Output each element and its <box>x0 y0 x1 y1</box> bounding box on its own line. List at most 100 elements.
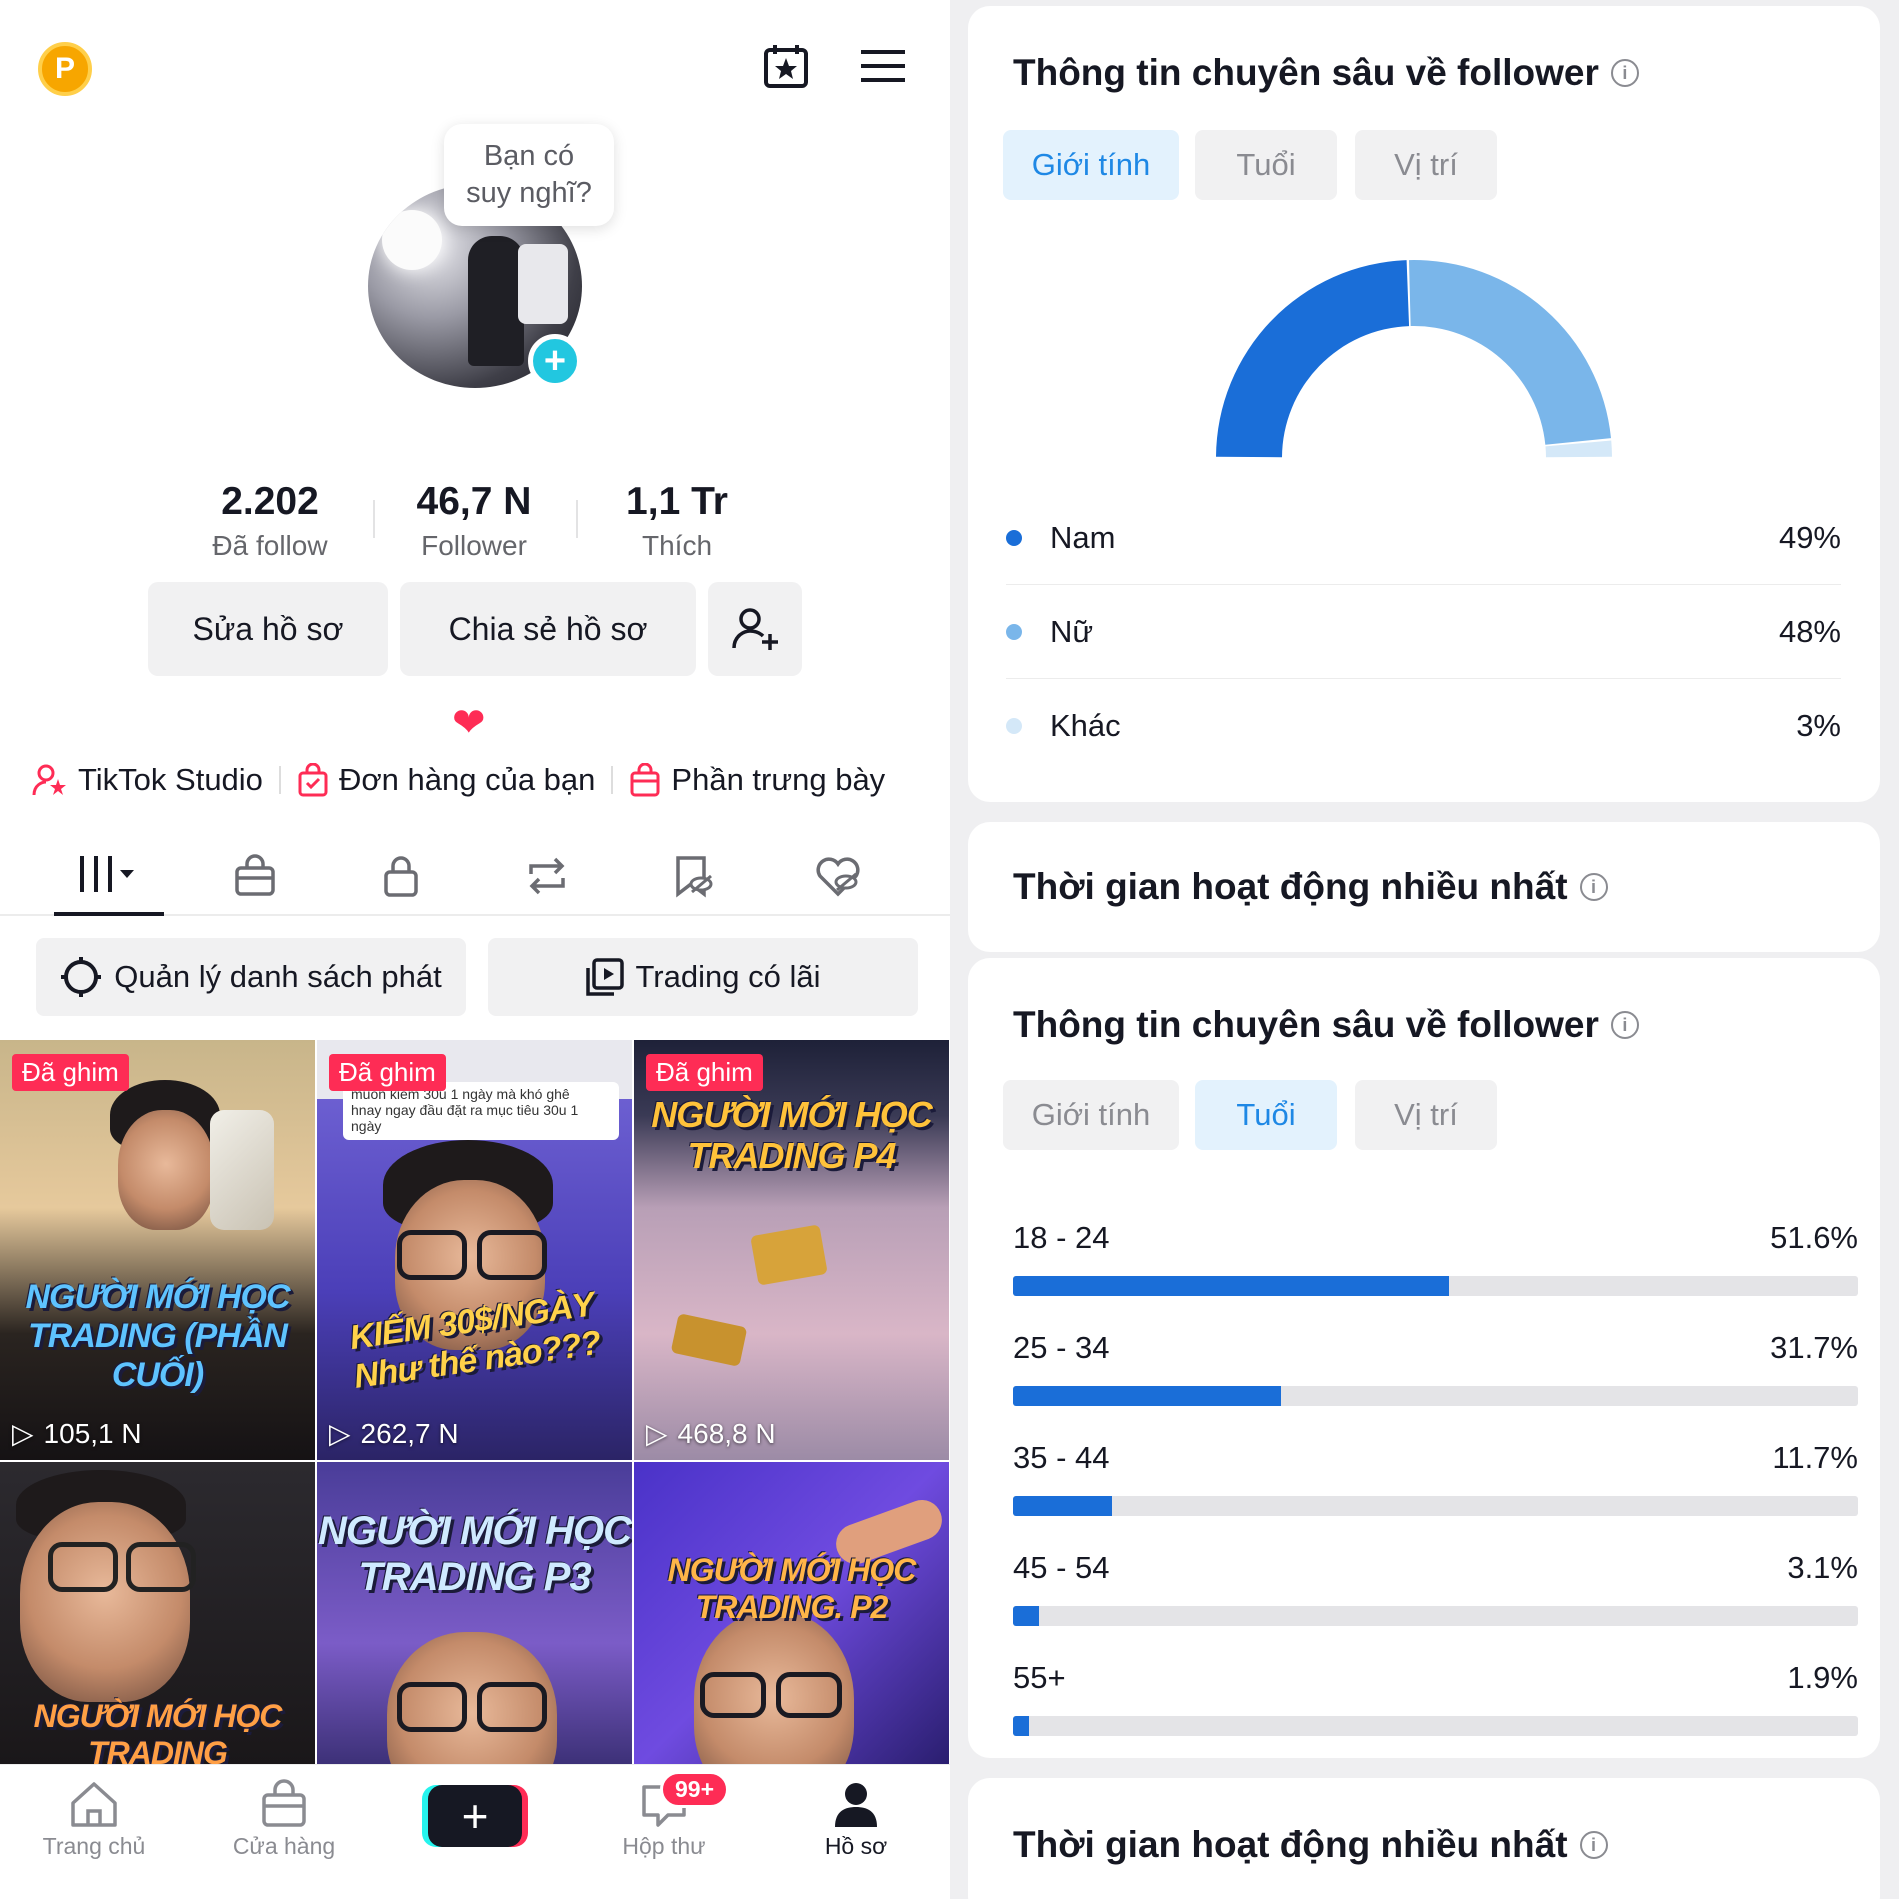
stat-label: Thích <box>641 530 713 561</box>
legend-value: 49% <box>1778 519 1841 555</box>
showcase-link[interactable]: Phần trưng bày <box>629 762 885 798</box>
edit-profile-button[interactable]: Sửa hồ sơ <box>148 582 388 676</box>
card-title: Thời gian hoạt động nhiều nhất i <box>1013 1824 1608 1866</box>
nav-shop[interactable]: Cửa hàng <box>204 1779 364 1860</box>
tab-gender[interactable]: Giới tính <box>1003 130 1179 200</box>
add-friend-button[interactable] <box>708 582 802 676</box>
video-title: NGƯỜI MỚI HỌC TRADING. P2 <box>667 1552 917 1625</box>
info-icon[interactable]: i <box>1579 873 1608 901</box>
pinned-badge: Đã ghim <box>12 1054 129 1091</box>
tab-favorites[interactable] <box>638 836 748 916</box>
stat-value: 46,7 N <box>416 480 532 523</box>
tab-shop[interactable] <box>200 836 310 916</box>
age-row: 55+ 1.9% <box>1013 1660 1858 1736</box>
video-thumbnail[interactable]: NGƯỜI MỚI HỌC TRADING. P2 <box>634 1462 949 1764</box>
view-count: ▷ 105,1 N <box>12 1417 142 1450</box>
thought-bubble[interactable]: Bạn có suy nghĩ? <box>444 124 614 226</box>
video-thumbnail[interactable]: muốn kiếm 30u 1 ngày mà khó ghê hnay ngay… <box>317 1040 632 1460</box>
tiktok-studio-link[interactable]: TikTok Studio <box>32 762 263 798</box>
legend-male: Nam 49% <box>1006 491 1841 585</box>
nav-label: Trang chủ <box>42 1833 146 1859</box>
tab-gender[interactable]: Giới tính <box>1003 1080 1179 1150</box>
add-user-icon <box>732 608 778 650</box>
age-bar-fill <box>1013 1606 1040 1626</box>
nav-profile[interactable]: Hồ sơ <box>776 1779 936 1860</box>
manage-playlist-button[interactable]: Quản lý danh sách phát <box>36 938 466 1016</box>
home-icon <box>71 1782 117 1827</box>
video-title: NGƯỜI MỚI HỌC TRADING P3 <box>318 1509 632 1599</box>
profile-screen: P Bạn có suy nghĩ? + 2.202 Đã follow 46,… <box>0 0 950 1899</box>
legend-dot <box>1006 623 1022 640</box>
profile-links: TikTok Studio Đơn hàng của bạn Phần trưn… <box>32 758 885 802</box>
video-title: NGƯỜI MỚI HỌC TRADING P4 <box>651 1094 932 1177</box>
gender-insights-card: Thông tin chuyên sâu về follower i Giới t… <box>968 6 1880 802</box>
orders-link[interactable]: Đơn hàng của bạn <box>297 762 595 798</box>
stat-following[interactable]: 2.202 Đã follow <box>170 480 370 562</box>
info-icon[interactable]: i <box>1610 59 1639 87</box>
video-thumbnail[interactable]: NGƯỜI MỚI HỌC TRADING P4 Đã ghim ▷ 468,8 … <box>634 1040 949 1460</box>
video-title: NGƯỜI MỚI HỌC TRADING <box>33 1698 283 1764</box>
tab-reposts[interactable] <box>492 836 602 916</box>
legend-label: Nam <box>1050 519 1116 555</box>
tab-private[interactable] <box>346 836 456 916</box>
card-title: Thời gian hoạt động nhiều nhất i <box>1013 866 1608 908</box>
age-row: 25 - 34 31.7% <box>1013 1330 1858 1406</box>
tab-age[interactable]: Tuổi <box>1195 1080 1337 1150</box>
shop-bag-icon <box>235 854 275 896</box>
tab-age[interactable]: Tuổi <box>1195 130 1337 200</box>
info-icon[interactable]: i <box>1610 1011 1639 1039</box>
legend-value: 48% <box>1778 613 1841 649</box>
age-bar-fill <box>1013 1386 1281 1406</box>
age-bar-fill <box>1013 1276 1450 1296</box>
share-profile-button[interactable]: Chia sẻ hồ sơ <box>400 582 696 676</box>
menu-icon[interactable] <box>858 40 910 92</box>
age-bar-track <box>1013 1276 1858 1296</box>
stat-likes[interactable]: 1,1 Tr Thích <box>577 480 777 562</box>
age-row: 18 - 24 51.6% <box>1013 1220 1858 1296</box>
shop-icon <box>262 1779 306 1827</box>
bookmark-hidden-icon <box>676 856 713 898</box>
age-bar-track <box>1013 1716 1858 1736</box>
pinned-badge: Đã ghim <box>329 1054 446 1091</box>
info-icon[interactable]: i <box>1579 1831 1608 1859</box>
legend-other: Khác 3% <box>1006 679 1841 773</box>
tab-location[interactable]: Vị trí <box>1355 130 1497 200</box>
video-title: NGƯỜI MỚI HỌC TRADING (PHẦN CUỐI) <box>25 1278 290 1395</box>
card-title: Thông tin chuyên sâu về follower i <box>1013 52 1639 94</box>
view-count: ▷ 468,8 N <box>646 1417 776 1450</box>
active-time-card: Thời gian hoạt động nhiều nhất i <box>968 1778 1880 1899</box>
stat-value: 2.202 <box>221 480 319 523</box>
playlist-trading-button[interactable]: Trading có lãi <box>488 938 918 1016</box>
nav-home[interactable]: Trang chủ <box>14 1779 174 1860</box>
age-label: 45 - 54 <box>1013 1550 1110 1585</box>
age-value: 31.7% <box>1770 1330 1858 1365</box>
tab-liked[interactable] <box>784 836 894 916</box>
age-insights-card: Thông tin chuyên sâu về follower i Giới t… <box>968 958 1880 1758</box>
profile-icon <box>835 1783 877 1827</box>
play-icon: ▷ <box>12 1418 34 1449</box>
plus-icon: + <box>461 1790 489 1842</box>
calendar-star-icon[interactable] <box>760 40 812 92</box>
stat-value: 1,1 Tr <box>626 480 728 523</box>
age-label: 35 - 44 <box>1013 1440 1110 1475</box>
video-thumbnail[interactable]: NGƯỜI MỚI HỌC TRADING <box>0 1462 315 1764</box>
video-thumbnail[interactable]: NGƯỜI MỚI HỌC TRADING P3 <box>317 1462 632 1764</box>
playlist-icon <box>585 958 624 996</box>
stat-label: Đã follow <box>212 530 328 561</box>
legend-female: Nữ 48% <box>1006 585 1841 679</box>
shop-icon <box>630 763 660 797</box>
pinned-badge: Đã ghim <box>646 1054 763 1091</box>
chip-label: Quản lý danh sách phát <box>114 959 442 994</box>
legend-label: Nữ <box>1050 613 1094 649</box>
add-story-button[interactable]: + <box>528 334 582 388</box>
heart-hidden-icon <box>816 857 860 897</box>
tab-videos[interactable] <box>54 836 164 916</box>
bottom-nav: Trang chủ Cửa hàng + Hộp thư 99+ Hồ sơ <box>0 1764 950 1899</box>
tab-location[interactable]: Vị trí <box>1355 1080 1497 1150</box>
video-thumbnail[interactable]: NGƯỜI MỚI HỌC TRADING (PHẦN CUỐI) Đã ghi… <box>0 1040 315 1460</box>
donut-slice-nữ <box>1408 260 1612 445</box>
stat-followers[interactable]: 46,7 N Follower <box>374 480 574 562</box>
create-button[interactable]: + <box>428 1785 522 1847</box>
coin-icon[interactable]: P <box>38 42 92 96</box>
age-value: 11.7% <box>1772 1440 1858 1475</box>
